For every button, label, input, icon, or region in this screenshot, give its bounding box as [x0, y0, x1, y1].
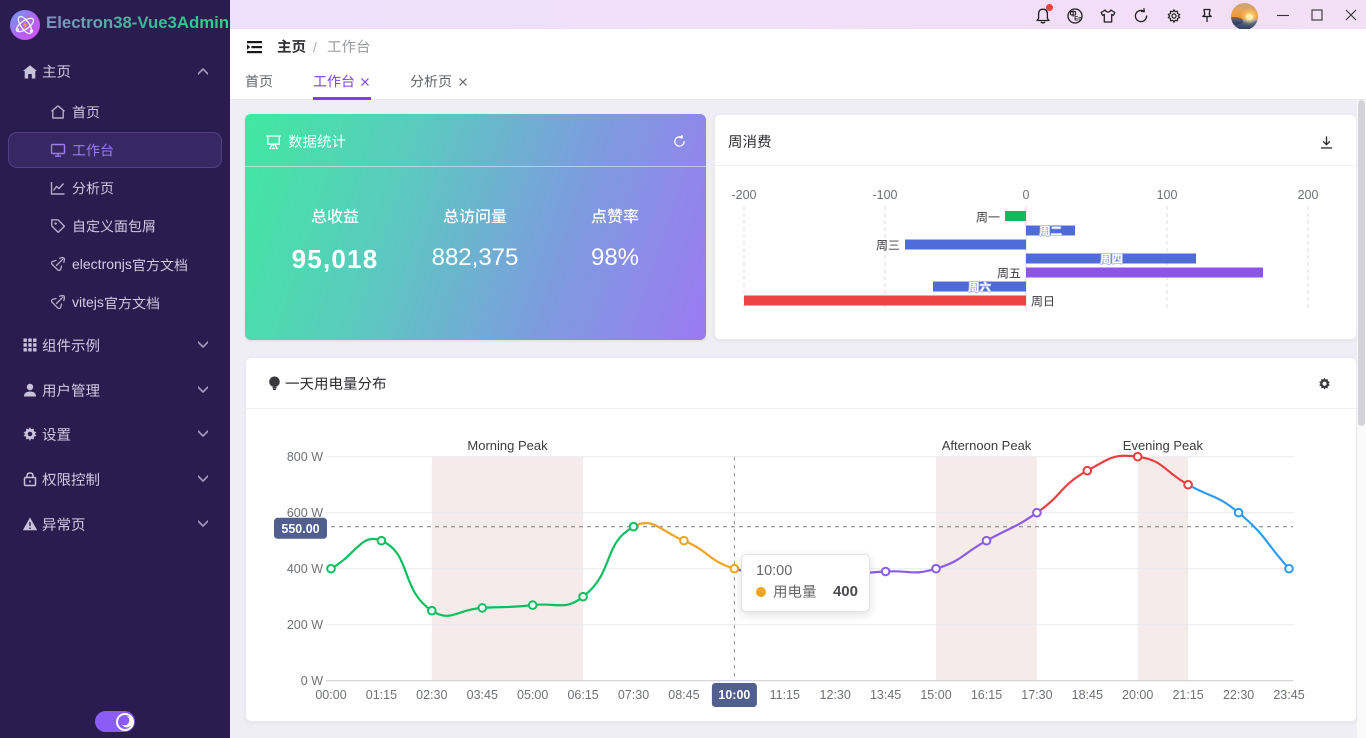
svg-text:00:00: 00:00 [315, 688, 346, 702]
svg-text:06:15: 06:15 [567, 688, 598, 702]
svg-text:20:00: 20:00 [1122, 688, 1153, 702]
svg-text:02:30: 02:30 [416, 688, 447, 702]
svg-text:16:15: 16:15 [971, 688, 1002, 702]
svg-text:En: En [1074, 17, 1082, 23]
svg-text:550.00: 550.00 [281, 522, 319, 536]
svg-text:01:15: 01:15 [366, 688, 397, 702]
svg-text:15:00: 15:00 [920, 688, 951, 702]
svg-text:10:00: 10:00 [718, 688, 750, 702]
svg-text:Afternoon Peak: Afternoon Peak [942, 438, 1032, 453]
svg-text:23:45: 23:45 [1273, 688, 1304, 702]
svg-text:200: 200 [1298, 188, 1319, 202]
svg-text:05:00: 05:00 [517, 688, 548, 702]
svg-text:11:15: 11:15 [770, 688, 800, 702]
svg-text:17:30: 17:30 [1021, 688, 1052, 702]
svg-text:Morning Peak: Morning Peak [467, 438, 548, 453]
svg-text:0 W: 0 W [301, 674, 323, 688]
svg-text:08:45: 08:45 [668, 688, 699, 702]
svg-text:07:30: 07:30 [618, 688, 649, 702]
svg-text:-100: -100 [872, 188, 897, 202]
svg-text:400 W: 400 W [287, 562, 323, 576]
svg-text:03:45: 03:45 [467, 688, 498, 702]
svg-text:12:30: 12:30 [820, 688, 851, 702]
svg-text:13:45: 13:45 [870, 688, 901, 702]
svg-text:800 W: 800 W [287, 450, 323, 464]
svg-text:-200: -200 [731, 188, 756, 202]
svg-text:100: 100 [1157, 188, 1178, 202]
svg-text:Evening Peak: Evening Peak [1123, 438, 1204, 453]
svg-text:21:15: 21:15 [1172, 688, 1203, 702]
svg-text:22:30: 22:30 [1223, 688, 1254, 702]
svg-text:0: 0 [1023, 188, 1030, 202]
svg-text:18:45: 18:45 [1072, 688, 1103, 702]
svg-text:200 W: 200 W [287, 618, 323, 632]
